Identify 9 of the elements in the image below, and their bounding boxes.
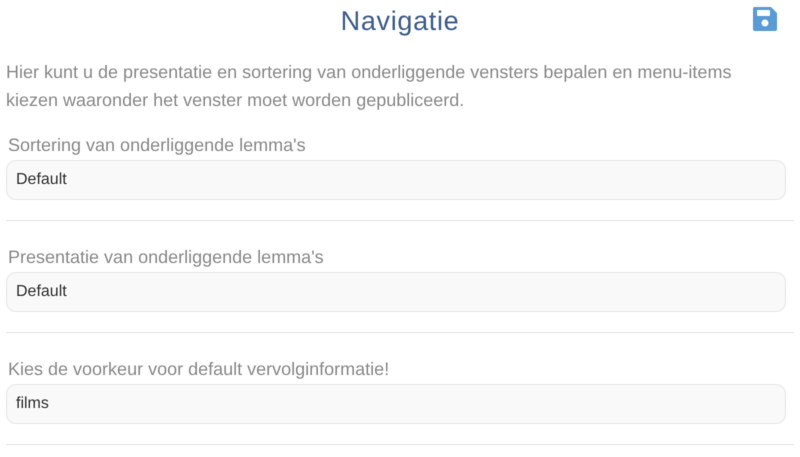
field-label: Presentatie van onderliggende lemma's [7,246,325,268]
description-text: Hier kunt u de presentatie en sortering van onderliggende vensters bepalen en menu-items kiezen waaronder het venster moet worden gepubliceerd. [6,61,732,112]
input-field[interactable]: Default [6,272,786,312]
input-field[interactable]: films [6,384,786,424]
field-label: Kies de voorkeur voor default vervolginformatie! [7,358,390,380]
save-icon[interactable] [751,5,779,33]
field-label: Sortering van onderliggende lemma's [7,134,307,156]
input-field[interactable]: Default [6,160,786,200]
page-title: Navigatie [340,5,460,38]
